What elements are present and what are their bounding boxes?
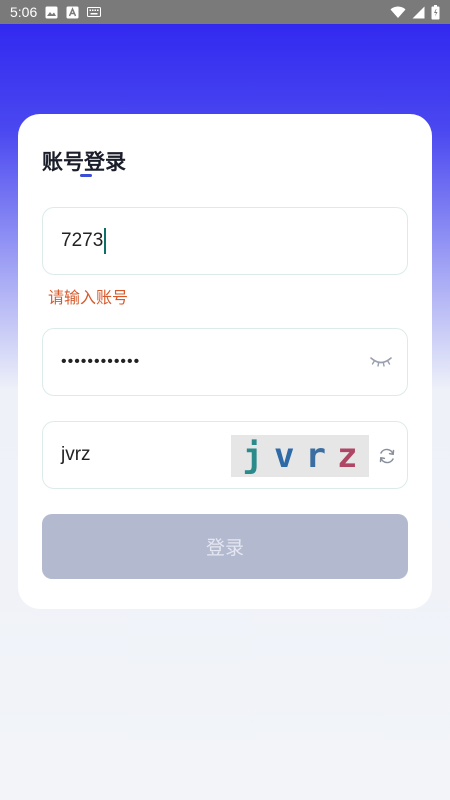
wifi-icon	[390, 6, 406, 19]
eye-closed-icon[interactable]	[369, 353, 393, 371]
captcha-char: j	[242, 436, 263, 476]
account-input[interactable]: 7273	[42, 207, 408, 275]
status-bar: 5:06	[0, 0, 450, 24]
login-button[interactable]: 登录	[42, 514, 408, 579]
captcha-char: r	[305, 436, 326, 476]
captcha-char: v	[274, 436, 295, 476]
login-card: 账号登录 7273 请输入账号 •••••••••••• jvrz j v r	[18, 114, 432, 609]
image-notification-icon	[45, 6, 58, 19]
page-title: 账号登录	[42, 150, 126, 174]
account-input-value: 7273	[61, 230, 104, 251]
text-notification-icon	[66, 6, 79, 19]
captcha-input[interactable]: jvrz j v r z	[42, 421, 408, 489]
account-error-message: 请输入账号	[48, 288, 129, 307]
captcha-image[interactable]: j v r z	[231, 435, 369, 477]
password-input[interactable]: ••••••••••••	[42, 328, 408, 396]
title-accent-underline	[80, 174, 92, 177]
captcha-input-value: jvrz	[61, 444, 91, 465]
refresh-icon[interactable]	[377, 446, 397, 466]
captcha-char: z	[337, 436, 358, 476]
password-input-value: ••••••••••••	[61, 353, 141, 370]
battery-icon	[431, 4, 440, 20]
keyboard-icon	[87, 7, 102, 17]
signal-icon	[412, 6, 425, 19]
status-time: 5:06	[10, 4, 38, 20]
text-caret	[104, 228, 107, 254]
